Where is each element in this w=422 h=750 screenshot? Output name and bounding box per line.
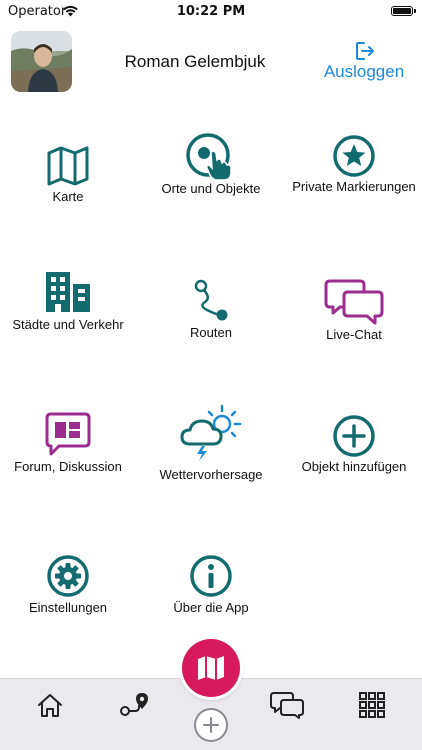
nav-routes-button[interactable]: [112, 685, 156, 725]
forum-icon: [45, 412, 91, 456]
gear-icon: [47, 555, 89, 597]
home-icon: [38, 694, 62, 717]
plus-circle-icon: [333, 415, 375, 457]
status-bar: Operator 10:22 PM: [0, 0, 422, 24]
place-tap-icon: [186, 133, 232, 181]
info-icon: [190, 555, 232, 597]
map-icon: [198, 656, 224, 680]
menu-item-map[interactable]: Karte: [4, 140, 132, 250]
add-button[interactable]: [194, 708, 228, 742]
weather-icon: [180, 404, 242, 461]
menu-label-weather: Wettervorhersage: [159, 467, 263, 482]
logout-icon: [356, 42, 374, 60]
menu-item-weather[interactable]: Wettervorhersage: [147, 404, 275, 514]
menu-item-forum[interactable]: Forum, Diskussion: [4, 412, 132, 522]
menu-item-chat[interactable]: Live-Chat: [290, 276, 418, 386]
add-icon: [203, 717, 219, 733]
menu-item-settings[interactable]: Einstellungen: [4, 554, 132, 664]
menu-label-add-object: Objekt hinzufügen: [301, 459, 407, 474]
menu-label-about: Über die App: [173, 600, 249, 615]
menu-item-cities[interactable]: Städte und Verkehr: [4, 268, 132, 378]
nav-home-button[interactable]: [28, 685, 72, 725]
clock: 10:22 PM: [176, 4, 246, 19]
map-icon: [47, 146, 89, 186]
menu-label-routes: Routen: [190, 325, 232, 340]
avatar[interactable]: [11, 31, 72, 92]
logout-button[interactable]: Ausloggen: [318, 38, 410, 86]
menu-item-markers[interactable]: Private Markierungen: [290, 134, 418, 244]
menu-label-chat: Live-Chat: [326, 327, 382, 342]
open-map-button[interactable]: [182, 639, 240, 697]
menu-label-forum: Forum, Diskussion: [14, 459, 122, 474]
menu-item-routes[interactable]: Routen: [147, 276, 275, 386]
menu-label-markers: Private Markierungen: [292, 179, 416, 194]
route-icon: [194, 279, 228, 321]
menu-label-cities: Städte und Verkehr: [12, 317, 124, 332]
route-pin-icon: [120, 693, 148, 716]
user-name: Roman Gelembjuk: [124, 52, 266, 71]
battery-icon: [391, 6, 416, 16]
buildings-icon: [46, 272, 90, 312]
nav-menu-grid-button[interactable]: [350, 685, 394, 725]
star-icon: [333, 135, 375, 177]
nav-chat-button[interactable]: [265, 685, 309, 725]
logout-label: Ausloggen: [323, 62, 405, 81]
menu-label-places: Orte und Objekte: [161, 181, 261, 196]
chat-icon: [270, 692, 304, 719]
menu-item-places[interactable]: Orte und Objekte: [147, 130, 275, 240]
grid-icon: [359, 692, 385, 718]
menu-label-map: Karte: [52, 189, 84, 204]
menu-label-settings: Einstellungen: [28, 600, 108, 615]
menu-item-add-object[interactable]: Objekt hinzufügen: [290, 414, 418, 524]
chat-icon: [324, 279, 384, 325]
